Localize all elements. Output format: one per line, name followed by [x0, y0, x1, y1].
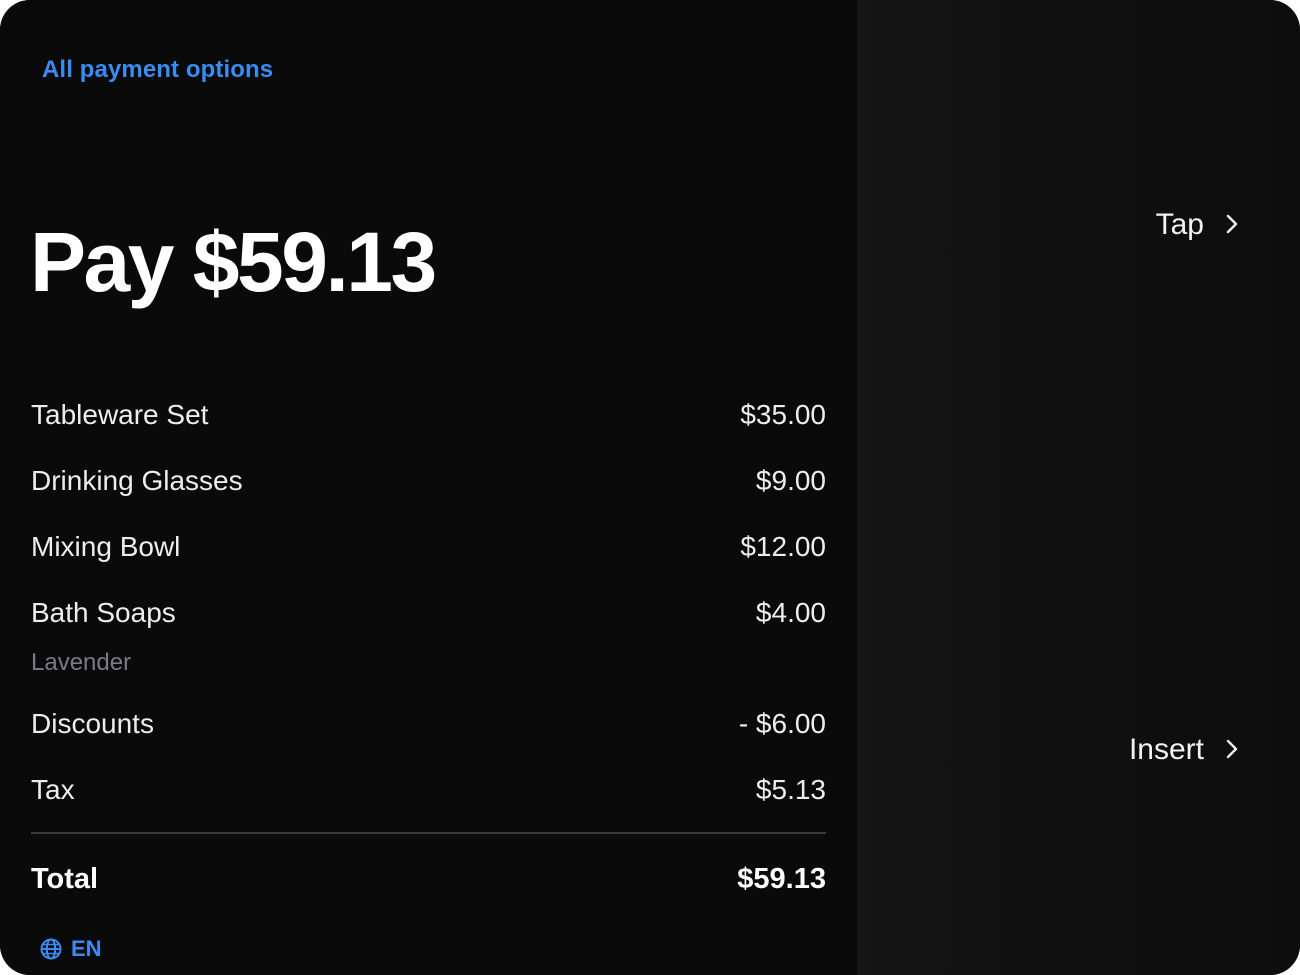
total-row: Total $59.13 — [31, 860, 826, 898]
tax-label: Tax — [31, 774, 75, 805]
line-item-name: Mixing Bowl — [31, 531, 181, 562]
order-summary-pane: All payment options Pay $59.13 Tableware… — [0, 0, 857, 975]
pay-amount-heading: Pay $59.13 — [30, 215, 437, 309]
total-amount: $59.13 — [737, 863, 826, 895]
all-payment-options-link[interactable]: All payment options — [42, 56, 273, 84]
line-item-amount: $12.00 — [740, 531, 826, 562]
globe-icon — [40, 938, 62, 960]
discounts-amount: - $6.00 — [738, 708, 826, 739]
language-selector[interactable]: EN — [40, 934, 102, 964]
line-item-amount: $4.00 — [755, 597, 826, 628]
insert-label: Insert — [1128, 733, 1204, 766]
line-item: Mixing Bowl $12.00 — [31, 529, 826, 565]
discounts-row: Discounts - $6.00 — [31, 706, 826, 742]
payment-method-pane: Tap Insert — [857, 0, 1300, 975]
line-item-amount: $9.00 — [755, 465, 826, 496]
line-item-name: Drinking Glasses — [31, 465, 243, 496]
insert-option[interactable]: Insert — [1129, 730, 1238, 770]
tap-option[interactable]: Tap — [1156, 205, 1238, 245]
tax-row: Tax $5.13 — [31, 772, 826, 808]
tax-amount: $5.13 — [755, 774, 826, 805]
payment-screen: All payment options Pay $59.13 Tableware… — [0, 0, 1300, 975]
line-item-modifier: Lavender — [31, 649, 132, 676]
chevron-right-icon — [1226, 208, 1238, 242]
chevron-right-icon — [1226, 733, 1238, 767]
total-label: Total — [31, 863, 99, 895]
line-item: Bath Soaps $4.00 — [31, 595, 826, 631]
tap-label: Tap — [1155, 208, 1204, 241]
line-item: Tableware Set $35.00 — [31, 397, 826, 433]
line-item: Drinking Glasses $9.00 — [31, 463, 826, 499]
total-divider — [31, 832, 826, 834]
line-item-name: Bath Soaps — [31, 597, 176, 628]
discounts-label: Discounts — [31, 708, 154, 739]
line-item-name: Tableware Set — [31, 399, 209, 430]
line-item-amount: $35.00 — [740, 399, 826, 430]
language-code: EN — [71, 936, 102, 961]
